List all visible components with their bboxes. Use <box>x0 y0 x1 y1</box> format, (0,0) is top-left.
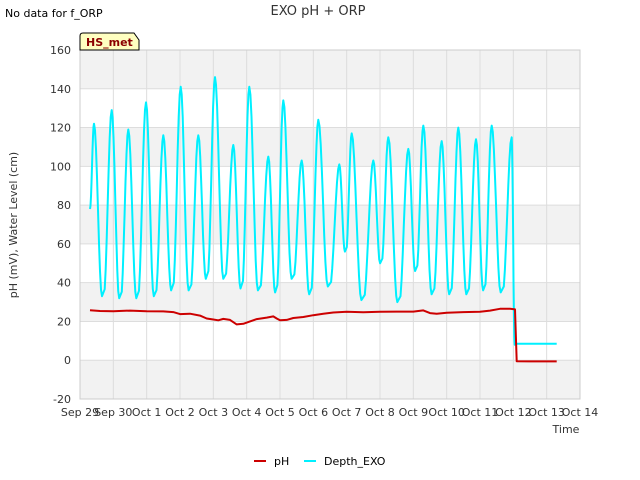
badge-label: HS_met <box>86 36 133 49</box>
x-tick-label: Oct 14 <box>562 406 599 419</box>
y-tick-label: 20 <box>57 315 71 328</box>
y-tick-label: -20 <box>53 393 71 406</box>
y-tick-label: 120 <box>50 122 71 135</box>
y-tick-label: 160 <box>50 44 71 57</box>
y-axis-ticks: -20 0 20 40 60 80 100 120 140 160 <box>50 44 71 406</box>
y-tick-label: 0 <box>64 354 71 367</box>
y-tick-label: 100 <box>50 160 71 173</box>
x-tick-label: Sep 30 <box>94 406 132 419</box>
plot-band <box>80 282 580 322</box>
chart-title: EXO pH + ORP <box>271 4 366 19</box>
x-axis-ticks: Sep 29Sep 30 Oct 1 Oct 2 Oct 3 Oct 4 Oct 5 Oct… <box>61 406 598 419</box>
y-tick-label: 40 <box>57 277 71 290</box>
y-tick-label: 80 <box>57 199 71 212</box>
no-data-note: No data for f_ORP <box>5 7 103 20</box>
y-tick-label: 140 <box>50 83 71 96</box>
x-tick-label: Oct 3 <box>199 406 229 419</box>
legend: pH Depth_EXO <box>254 455 386 468</box>
x-tick-label: Oct 9 <box>399 406 429 419</box>
x-tick-label: Oct 5 <box>265 406 295 419</box>
plot-band <box>80 360 580 399</box>
plot-band <box>80 205 580 244</box>
x-tick-label: Oct 13 <box>528 406 565 419</box>
x-tick-label: Oct 7 <box>332 406 362 419</box>
x-tick-label: Oct 6 <box>299 406 329 419</box>
legend-label-depth-exo: Depth_EXO <box>324 455 386 468</box>
chart: No data for f_ORP EXO pH + ORP -20 0 20 40 6… <box>5 4 598 468</box>
hs-met-badge: HS_met <box>79 32 140 51</box>
y-axis-label: pH (mV), Water Level (cm) <box>7 152 20 298</box>
x-tick-label: Oct 4 <box>232 406 262 419</box>
x-tick-label: Oct 2 <box>165 406 195 419</box>
plot-bands <box>80 50 580 399</box>
x-tick-label: Oct 8 <box>365 406 395 419</box>
plot-band <box>80 50 580 89</box>
plot-band <box>80 127 580 167</box>
y-tick-label: 60 <box>57 238 71 251</box>
x-tick-label: Oct 1 <box>132 406 162 419</box>
x-tick-label: Oct 10 <box>428 406 465 419</box>
x-tick-label: Oct 12 <box>495 406 532 419</box>
legend-label-ph: pH <box>274 455 289 468</box>
x-tick-label: Oct 11 <box>462 406 499 419</box>
x-axis-label: Time <box>552 423 580 436</box>
